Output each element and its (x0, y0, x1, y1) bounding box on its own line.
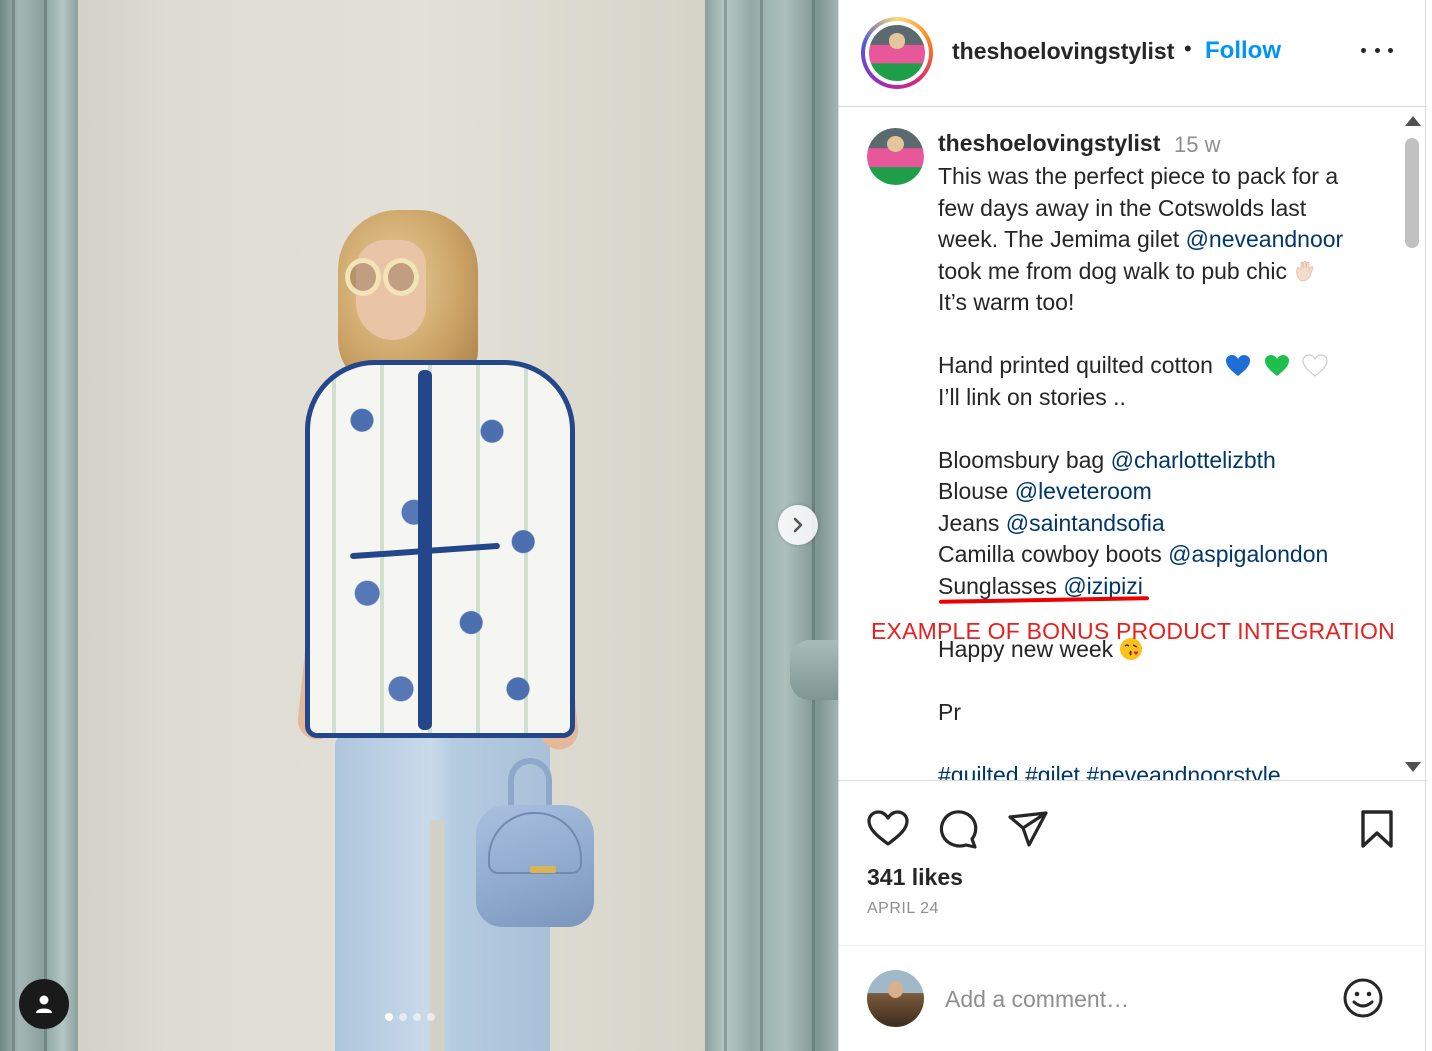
caption-line: I’ll link on stories .. (938, 383, 1126, 410)
pillar-groove (724, 0, 727, 1051)
caption-line: This was the perfect piece to pack for a (938, 163, 1339, 189)
mention-link[interactable]: @neveandnoor (1186, 226, 1344, 252)
action-bar (839, 780, 1427, 870)
post-photo[interactable] (0, 0, 838, 1051)
like-count[interactable]: 341 likes (867, 864, 963, 891)
caption-line: Camilla cowboy boots @aspigalondon (938, 541, 1329, 567)
scroll-thumb[interactable] (1405, 138, 1419, 248)
bookmark-icon[interactable] (1355, 807, 1399, 851)
post-side-panel: theshoelovingstylist • Follow theshoelov… (838, 0, 1427, 1051)
caption-line: few days away in the Cotswolds last (938, 194, 1307, 221)
mention-link[interactable]: @aspigalondon (1168, 541, 1328, 567)
green-heart-emoji (1264, 354, 1290, 377)
caption-avatar[interactable] (867, 128, 924, 185)
comment-input[interactable] (945, 982, 1325, 1016)
handbag-clasp (530, 866, 556, 873)
carousel-dot[interactable] (399, 1013, 407, 1021)
more-options-icon[interactable] (1361, 38, 1393, 62)
caption-area[interactable]: theshoelovingstylist 15 w This was the p… (839, 108, 1427, 780)
caption-line: Bloomsbury bag @charlottelizbth (938, 446, 1276, 473)
annotation-label: EXAMPLE OF BONUS PRODUCT INTEGRATION (871, 618, 1395, 644)
carousel-dot[interactable] (413, 1013, 421, 1021)
story-ring[interactable] (861, 17, 933, 89)
caption-line: It’s warm too! (938, 289, 1075, 315)
mention-link[interactable]: @charlottelizbth (1111, 447, 1276, 473)
blue-heart-emoji (1225, 354, 1251, 377)
avatar (869, 25, 925, 81)
drain-pipe (790, 640, 838, 700)
figure-sunglasses (345, 258, 423, 300)
caption-text: This was the perfect piece to pack for a… (938, 161, 1378, 780)
mention-link[interactable]: @saintandsofia (1006, 510, 1165, 536)
caption-line: took me from dog walk to pub chic (938, 256, 1378, 288)
caption-line: week. The Jemima gilet @neveandnoor (938, 226, 1344, 252)
caption-line: Sunglasses @izipizi (938, 572, 1143, 599)
caption-line: Blouse @leveteroom (938, 478, 1152, 504)
emoji-smiley-icon[interactable] (1341, 976, 1385, 1020)
follow-button[interactable]: Follow (1205, 37, 1281, 65)
waving-hand-emoji (1293, 259, 1317, 283)
caption-username[interactable]: theshoelovingstylist (938, 130, 1160, 157)
commenter-avatar (867, 970, 924, 1027)
hashtags[interactable]: #quilted #gilet #neveandnoorstyle (938, 760, 1378, 781)
caption-line: Pr (938, 698, 961, 725)
caption-scrollbar[interactable] (1400, 108, 1422, 780)
white-heart-emoji (1302, 354, 1328, 377)
next-arrow-icon[interactable] (778, 505, 818, 545)
comment-bar (839, 945, 1427, 1051)
caption-line: Jeans @saintandsofia (938, 509, 1165, 536)
mention-link[interactable]: @izipizi (1063, 573, 1143, 599)
post-time[interactable]: 15 w (1174, 132, 1220, 158)
user-tag-icon[interactable] (19, 979, 69, 1029)
post-header: theshoelovingstylist • Follow (839, 0, 1427, 107)
mention-link[interactable]: @leveteroom (1015, 478, 1152, 504)
pillar-groove (760, 0, 763, 1051)
caption-line: Hand printed quilted cotton (938, 350, 1378, 382)
scroll-down-arrow-icon[interactable] (1405, 762, 1421, 772)
share-icon[interactable] (1006, 807, 1050, 851)
header-username[interactable]: theshoelovingstylist (952, 38, 1174, 65)
carousel-dot[interactable] (385, 1013, 393, 1021)
carousel-dots (385, 1013, 435, 1021)
carousel-dot[interactable] (427, 1013, 435, 1021)
scroll-up-arrow-icon[interactable] (1405, 116, 1421, 126)
separator-dot: • (1184, 36, 1192, 61)
post-date[interactable]: APRIL 24 (867, 900, 939, 918)
comment-icon[interactable] (936, 807, 980, 851)
pillar-groove (12, 0, 15, 1051)
heart-icon[interactable] (866, 807, 910, 851)
pillar-groove (44, 0, 47, 1051)
